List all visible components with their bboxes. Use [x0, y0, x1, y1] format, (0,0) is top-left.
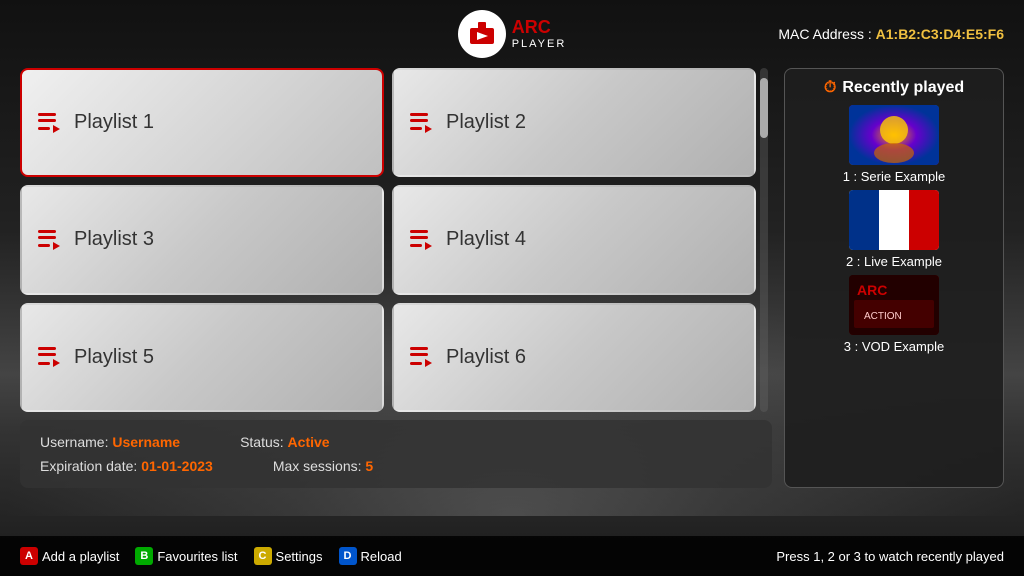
- sessions-label: Max sessions:: [273, 458, 362, 474]
- badge-c: C: [254, 547, 272, 565]
- recent-item-2[interactable]: 2 : Live Example Live Example: [795, 190, 993, 269]
- playlist-item-6[interactable]: Playlist 6: [392, 303, 756, 412]
- recent-label-2: 2 : Live Example: [846, 254, 942, 269]
- badge-d: D: [339, 547, 357, 565]
- btn-b-label: Favourites list: [157, 549, 237, 564]
- playlist-item-4[interactable]: Playlist 4: [392, 185, 756, 294]
- mac-address-display: MAC Address : A1:B2:C3:D4:E5:F6: [778, 26, 1004, 42]
- recent-label-1: 1 : Serie Example: [843, 169, 946, 184]
- left-panel: Playlist 1 Playlist 2: [20, 68, 772, 488]
- recently-played-label: Recently played: [842, 79, 964, 97]
- playlist-item-2[interactable]: Playlist 2: [392, 68, 756, 177]
- playlist-name-3: Playlist 3: [74, 228, 154, 251]
- playlist-item-1[interactable]: Playlist 1: [20, 68, 384, 177]
- expiry-value: 01-01-2023: [141, 458, 213, 474]
- playlist-icon-3: [38, 230, 60, 250]
- logo-player: PLAYER: [512, 38, 567, 50]
- btn-c-label: Settings: [276, 549, 323, 564]
- svg-text:ACTION: ACTION: [864, 311, 902, 322]
- playlist-icon-1: [38, 113, 60, 133]
- expiry-field: Expiration date: 01-01-2023: [40, 458, 213, 474]
- status-field: Status: Active: [240, 434, 330, 450]
- playlist-grid: Playlist 1 Playlist 2: [20, 68, 756, 412]
- info-panel: Username: Username Status: Active Expira…: [20, 420, 772, 488]
- mac-value: A1:B2:C3:D4:E5:F6: [876, 26, 1004, 42]
- status-value: Active: [288, 434, 330, 450]
- username-value: Username: [112, 434, 180, 450]
- header: ARC PLAYER MAC Address : A1:B2:C3:D4:E5:…: [0, 0, 1024, 68]
- playlist-name-2: Playlist 2: [446, 111, 526, 134]
- logo-icon: [458, 10, 506, 58]
- main-content: Playlist 1 Playlist 2: [0, 68, 1024, 488]
- logo: ARC PLAYER: [458, 10, 567, 58]
- badge-b: B: [135, 547, 153, 565]
- playlist-name-1: Playlist 1: [74, 111, 154, 134]
- footer-hint: Press 1, 2 or 3 to watch recently played: [776, 549, 1004, 564]
- playlist-item-3[interactable]: Playlist 3: [20, 185, 384, 294]
- clock-icon: ⏱: [824, 79, 836, 97]
- sessions-value: 5: [365, 458, 373, 474]
- logo-arc: ARC: [512, 18, 567, 38]
- expiry-label: Expiration date:: [40, 458, 137, 474]
- svg-text:ARC: ARC: [857, 282, 887, 298]
- playlist-icon-4: [410, 230, 432, 250]
- status-label: Status:: [240, 434, 284, 450]
- recent-thumb-2: [849, 190, 939, 250]
- btn-c-container[interactable]: C Settings: [254, 547, 323, 565]
- mac-label: MAC Address :: [778, 26, 871, 42]
- btn-a-label: Add a playlist: [42, 549, 119, 564]
- info-row-1: Username: Username Status: Active: [40, 434, 752, 450]
- scrollbar-thumb: [760, 78, 768, 138]
- playlist-icon-2: [410, 113, 432, 133]
- recently-played-title: ⏱ Recently played: [824, 79, 964, 97]
- recent-thumb-3: ARC ACTION: [849, 275, 939, 335]
- btn-d-label: Reload: [361, 549, 402, 564]
- recent-item-1[interactable]: 1 : Serie Example Serie Example: [795, 105, 993, 184]
- playlist-icon-6: [410, 347, 432, 367]
- scrollbar-track[interactable]: [760, 68, 768, 412]
- username-field: Username: Username: [40, 434, 180, 450]
- btn-b-container[interactable]: B Favourites list: [135, 547, 237, 565]
- username-label: Username:: [40, 434, 108, 450]
- recently-played-panel: ⏱ Recently played: [784, 68, 1004, 488]
- playlist-name-5: Playlist 5: [74, 346, 154, 369]
- sessions-field: Max sessions: 5: [273, 458, 373, 474]
- playlist-name-6: Playlist 6: [446, 346, 526, 369]
- badge-a: A: [20, 547, 38, 565]
- info-row-2: Expiration date: 01-01-2023 Max sessions…: [40, 458, 752, 474]
- btn-a-container[interactable]: A Add a playlist: [20, 547, 119, 565]
- btn-d-container[interactable]: D Reload: [339, 547, 402, 565]
- playlist-name-4: Playlist 4: [446, 228, 526, 251]
- recent-item-3[interactable]: ARC ACTION 3 : VOD Example VOD Example: [795, 275, 993, 354]
- playlist-icon-5: [38, 347, 60, 367]
- recent-label-3: 3 : VOD Example: [844, 339, 944, 354]
- footer: A Add a playlist B Favourites list C Set…: [0, 536, 1024, 576]
- recent-thumb-1: [849, 105, 939, 165]
- playlist-item-5[interactable]: Playlist 5: [20, 303, 384, 412]
